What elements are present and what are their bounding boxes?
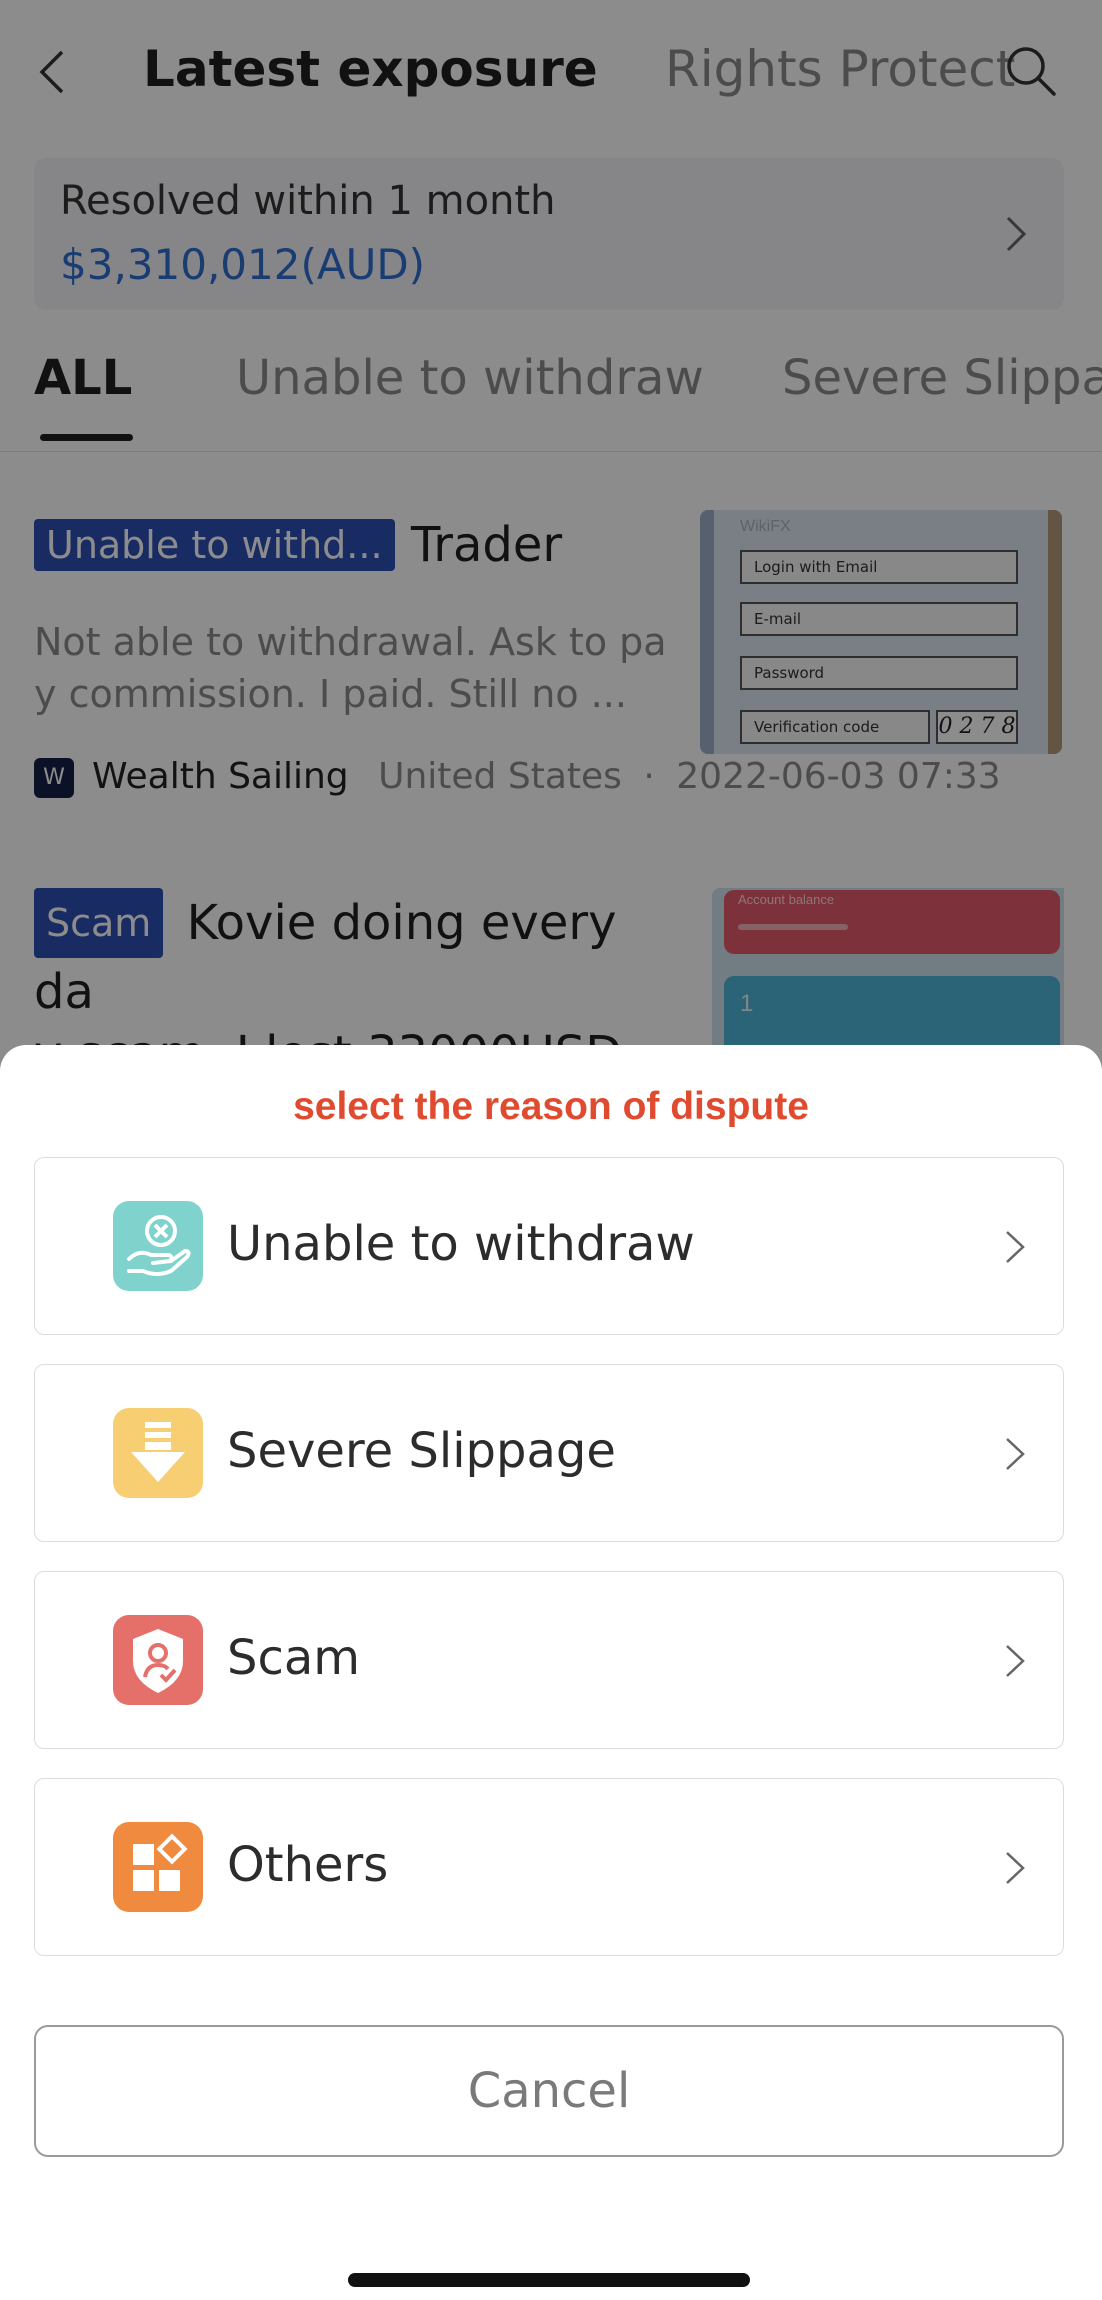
option-label: Severe Slippage	[227, 1423, 616, 1479]
option-severe-slippage[interactable]: Severe Slippage	[34, 1364, 1064, 1542]
page: Latest exposure Rights Protect Resolved …	[0, 0, 1102, 2300]
option-label: Scam	[227, 1630, 361, 1686]
option-label: Others	[227, 1837, 389, 1893]
home-indicator	[348, 2273, 750, 2287]
chevron-right-icon	[1006, 1231, 1025, 1263]
option-label: Unable to withdraw	[227, 1216, 695, 1272]
option-others[interactable]: Others	[34, 1778, 1064, 1956]
hand-withdraw-icon	[113, 1201, 203, 1291]
sheet-title: select the reason of dispute	[293, 1085, 809, 1128]
chevron-right-icon	[1006, 1438, 1025, 1470]
grid-diamond-icon	[113, 1822, 203, 1912]
shield-user-icon	[113, 1615, 203, 1705]
chevron-right-icon	[1006, 1852, 1025, 1884]
cancel-button[interactable]: Cancel	[34, 2025, 1064, 2157]
dispute-reason-sheet: select the reason of dispute Unable to w…	[0, 1045, 1102, 2300]
option-unable-to-withdraw[interactable]: Unable to withdraw	[34, 1157, 1064, 1335]
option-scam[interactable]: Scam	[34, 1571, 1064, 1749]
chevron-right-icon	[1006, 1645, 1025, 1677]
download-arrow-icon	[113, 1408, 203, 1498]
